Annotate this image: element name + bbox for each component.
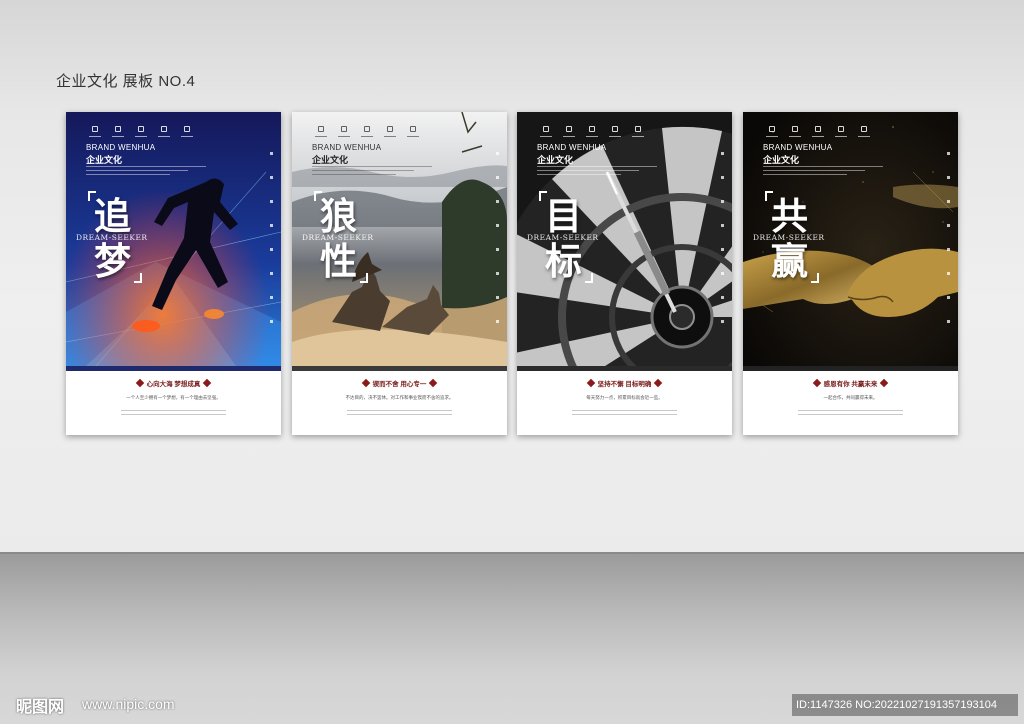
brand-cn: 企业文化 [86,155,123,165]
feature-icon [381,126,398,143]
feature-icon [404,126,421,143]
headline-char-2: 梦 [94,240,131,283]
description: 每天努力一点，积累目标就会近一些。 [586,395,663,400]
headline-char-1: 狼 [320,195,357,238]
icon-row [537,126,646,143]
bracket-bottom-right [360,273,368,283]
slogan: 坚持不懈 目标明确 [517,378,732,388]
diamond-icon [361,378,370,388]
brand-cn: 企业文化 [312,155,349,165]
headline-char-2: 性 [320,240,357,283]
watermark-url[interactable]: www.nipic.com [82,696,175,712]
diamond-icon [429,378,438,388]
side-dots [721,152,724,352]
feature-icon [763,126,780,143]
feature-icon [312,126,329,143]
fine-print-lines [798,410,903,418]
poster-dream: BRAND WENHUA 企业文化 追 DREAM-SEEKER 梦 心向大海 … [66,112,281,435]
feature-icon [537,126,554,143]
feature-icon [560,126,577,143]
headline-char-1: 共 [771,195,808,238]
brand-en: BRAND WENHUA [763,143,833,152]
headline-char-1: 目 [545,195,582,238]
brand-cn: 企业文化 [763,155,800,165]
feature-icon [109,126,126,143]
side-dots [947,152,950,352]
feature-icon [358,126,375,143]
feature-icon [132,126,149,143]
feature-icon [786,126,803,143]
bracket-bottom-right [585,273,593,283]
poster-wolf: BRAND WENHUA 企业文化 狼 DREAM-SEEKER 性 锲而不舍 … [292,112,507,435]
fine-print-lines [572,410,677,418]
color-band [517,366,732,371]
fine-print-lines [121,410,226,418]
icon-row [312,126,421,143]
feature-icon [86,126,103,143]
feature-icon [335,126,352,143]
poster-target: BRAND WENHUA 企业文化 目 DREAM-SEEKER 标 坚持不懈 … [517,112,732,435]
diamond-icon [654,378,663,388]
color-band [743,366,958,371]
feature-icon [583,126,600,143]
bracket-bottom-right [134,273,142,283]
feature-icon [855,126,872,143]
brand-en: BRAND WENHUA [312,143,382,152]
diamond-icon [812,378,821,388]
diamond-icon [880,378,889,388]
watermark-logo: 昵图网 [16,699,65,716]
slogan: 心向大海 梦想成真 [66,378,281,388]
diamond-icon [586,378,595,388]
poster-win-win: BRAND WENHUA 企业文化 共 DREAM-SEEKER 赢 感恩有你 … [743,112,958,435]
brand-cn: 企业文化 [537,155,574,165]
headline-char-2: 标 [545,240,582,283]
feature-icon [809,126,826,143]
diamond-icon [203,378,212,388]
icon-row [763,126,872,143]
headline-char-1: 追 [94,195,131,238]
feature-icon [629,126,646,143]
icon-row [86,126,195,143]
floor-edge [0,552,1024,554]
fine-print-lines [347,410,452,418]
side-dots [270,152,273,352]
watermark-id: ID:1147326 NO:20221027191357193104 [792,694,1018,716]
feature-icon [178,126,195,143]
slogan: 感恩有你 共赢未来 [743,378,958,388]
intro-text-lines [86,166,206,180]
description: 一起合作，共同赢得未来。 [823,395,878,400]
brand-en: BRAND WENHUA [537,143,607,152]
feature-icon [606,126,623,143]
color-band [292,366,507,371]
diamond-icon [135,378,144,388]
bracket-bottom-right [811,273,819,283]
feature-icon [832,126,849,143]
feature-icon [155,126,172,143]
color-band [66,366,281,371]
board-title: 企业文化 展板 NO.4 [56,73,196,90]
headline-char-2: 赢 [771,240,808,283]
side-dots [496,152,499,352]
intro-text-lines [763,166,883,180]
description: 一个人至少拥有一个梦想，有一个理由去坚强。 [126,395,221,400]
intro-text-lines [312,166,432,180]
description: 不达目的，决不罢休。对工作和事业锲而不舍的追求。 [345,395,454,400]
slogan: 锲而不舍 用心专一 [292,378,507,388]
intro-text-lines [537,166,657,180]
brand-en: BRAND WENHUA [86,143,156,152]
